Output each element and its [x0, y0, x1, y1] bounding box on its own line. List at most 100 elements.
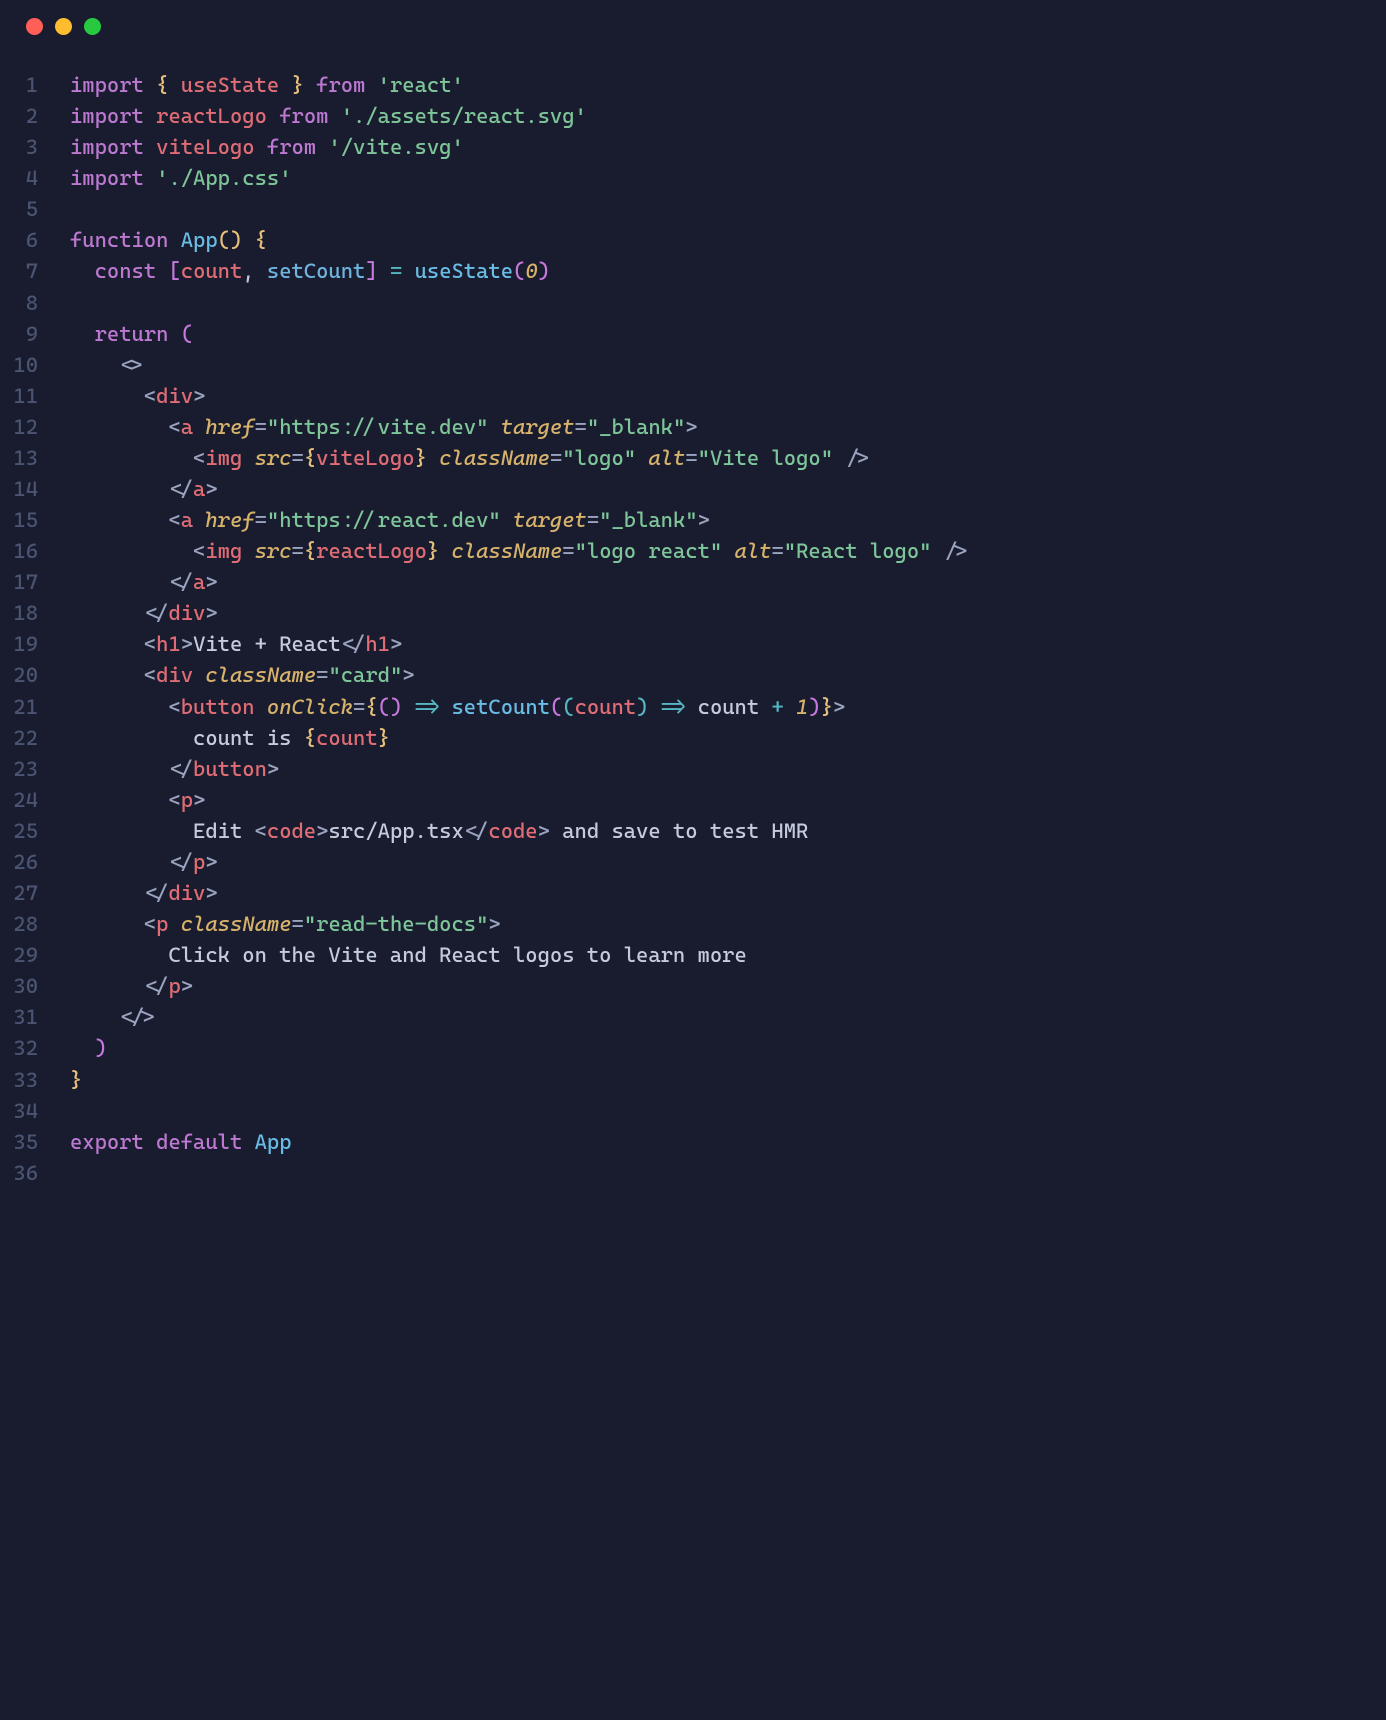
code-content[interactable]: </a>: [58, 567, 1386, 598]
code-line[interactable]: 2import reactLogo from './assets/react.s…: [0, 101, 1386, 132]
code-content[interactable]: import viteLogo from '/vite.svg': [58, 132, 1386, 163]
code-line[interactable]: 36: [0, 1158, 1386, 1189]
code-content[interactable]: export default App: [58, 1127, 1386, 1158]
code-line[interactable]: 32 ): [0, 1033, 1386, 1064]
token-num: 1: [796, 695, 808, 719]
token-tag: button: [193, 757, 267, 781]
code-content[interactable]: [58, 288, 1386, 319]
code-content[interactable]: Click on the Vite and React logos to lea…: [58, 940, 1386, 971]
code-line[interactable]: 21 <button onClick={() => setCount((coun…: [0, 692, 1386, 723]
code-content[interactable]: </div>: [58, 598, 1386, 629]
code-content[interactable]: <a href="https://vite.dev" target="_blan…: [58, 412, 1386, 443]
code-content[interactable]: <>: [58, 350, 1386, 381]
code-content[interactable]: count is {count}: [58, 723, 1386, 754]
code-content[interactable]: <a href="https://react.dev" target="_bla…: [58, 505, 1386, 536]
code-line[interactable]: 12 <a href="https://vite.dev" target="_b…: [0, 412, 1386, 443]
code-line[interactable]: 13 <img src={viteLogo} className="logo" …: [0, 443, 1386, 474]
token-attr: target: [501, 415, 575, 439]
token-attr: onClick: [267, 695, 353, 719]
token-attr: alt: [735, 539, 772, 563]
code-content[interactable]: </a>: [58, 474, 1386, 505]
code-content[interactable]: function App() {: [58, 225, 1386, 256]
token-str: "read-the-docs": [304, 912, 489, 936]
code-content[interactable]: import reactLogo from './assets/react.sv…: [58, 101, 1386, 132]
code-content[interactable]: </p>: [58, 971, 1386, 1002]
code-line[interactable]: 31 </>: [0, 1002, 1386, 1033]
code-line[interactable]: 15 <a href="https://react.dev" target="_…: [0, 505, 1386, 536]
code-line[interactable]: 11 <div>: [0, 381, 1386, 412]
code-content[interactable]: [58, 1158, 1386, 1189]
token-tagp: >: [538, 819, 550, 843]
code-content[interactable]: <h1>Vite + React</h1>: [58, 629, 1386, 660]
token-pn: [144, 166, 156, 190]
close-icon[interactable]: [26, 18, 43, 35]
code-line[interactable]: 4import './App.css': [0, 163, 1386, 194]
token-tag: p: [156, 912, 168, 936]
code-line[interactable]: 14 </a>: [0, 474, 1386, 505]
code-content[interactable]: <p className="read-the-docs">: [58, 909, 1386, 940]
code-content[interactable]: </div>: [58, 878, 1386, 909]
code-line[interactable]: 27 </div>: [0, 878, 1386, 909]
line-number: 14: [0, 474, 58, 505]
code-line[interactable]: 18 </div>: [0, 598, 1386, 629]
line-number: 16: [0, 536, 58, 567]
token-tagp: >: [205, 881, 217, 905]
code-line[interactable]: 16 <img src={reactLogo} className="logo …: [0, 536, 1386, 567]
code-content[interactable]: import { useState } from 'react': [58, 70, 1386, 101]
code-content[interactable]: <img src={viteLogo} className="logo" alt…: [58, 443, 1386, 474]
code-line[interactable]: 5: [0, 194, 1386, 225]
code-content[interactable]: ): [58, 1033, 1386, 1064]
token-tag: div: [156, 663, 193, 687]
token-bri2: ): [538, 259, 550, 283]
code-line[interactable]: 35export default App: [0, 1127, 1386, 1158]
token-id: viteLogo: [156, 135, 254, 159]
token-tagp: >: [205, 601, 217, 625]
code-line[interactable]: 6function App() {: [0, 225, 1386, 256]
code-line[interactable]: 23 </button>: [0, 754, 1386, 785]
code-line[interactable]: 10 <>: [0, 350, 1386, 381]
code-line[interactable]: 20 <div className="card">: [0, 660, 1386, 691]
code-content[interactable]: </p>: [58, 847, 1386, 878]
code-line[interactable]: 9 return (: [0, 319, 1386, 350]
code-content[interactable]: <button onClick={() => setCount((count) …: [58, 692, 1386, 723]
code-content[interactable]: [58, 194, 1386, 225]
code-line[interactable]: 3import viteLogo from '/vite.svg': [0, 132, 1386, 163]
code-line[interactable]: 30 </p>: [0, 971, 1386, 1002]
token-tag: a: [193, 570, 205, 594]
maximize-icon[interactable]: [84, 18, 101, 35]
code-content[interactable]: <p>: [58, 785, 1386, 816]
code-line[interactable]: 17 </a>: [0, 567, 1386, 598]
token-tagp: >: [181, 974, 193, 998]
code-content[interactable]: import './App.css': [58, 163, 1386, 194]
code-content[interactable]: Edit <code>src/App.tsx</code> and save t…: [58, 816, 1386, 847]
code-line[interactable]: 28 <p className="read-the-docs">: [0, 909, 1386, 940]
code-line[interactable]: 22 count is {count}: [0, 723, 1386, 754]
code-line[interactable]: 24 <p>: [0, 785, 1386, 816]
code-content[interactable]: [58, 1096, 1386, 1127]
code-line[interactable]: 34: [0, 1096, 1386, 1127]
line-number: 24: [0, 785, 58, 816]
code-content[interactable]: </>: [58, 1002, 1386, 1033]
code-content[interactable]: <img src={reactLogo} className="logo rea…: [58, 536, 1386, 567]
token-pn: [402, 695, 414, 719]
token-op: =>: [661, 695, 686, 719]
code-content[interactable]: </button>: [58, 754, 1386, 785]
code-line[interactable]: 19 <h1>Vite + React</h1>: [0, 629, 1386, 660]
code-line[interactable]: 7 const [count, setCount] = useState(0): [0, 256, 1386, 287]
code-content[interactable]: return (: [58, 319, 1386, 350]
token-tagp: <: [168, 788, 180, 812]
code-line[interactable]: 26 </p>: [0, 847, 1386, 878]
token-tagp: >: [390, 632, 402, 656]
code-line[interactable]: 25 Edit <code>src/App.tsx</code> and sav…: [0, 816, 1386, 847]
code-line[interactable]: 1import { useState } from 'react': [0, 70, 1386, 101]
code-content[interactable]: <div className="card">: [58, 660, 1386, 691]
token-id: viteLogo: [316, 446, 414, 470]
code-editor[interactable]: 1import { useState } from 'react'2import…: [0, 52, 1386, 1229]
code-line[interactable]: 33}: [0, 1065, 1386, 1096]
code-content[interactable]: <div>: [58, 381, 1386, 412]
code-line[interactable]: 29 Click on the Vite and React logos to …: [0, 940, 1386, 971]
code-content[interactable]: const [count, setCount] = useState(0): [58, 256, 1386, 287]
code-content[interactable]: }: [58, 1065, 1386, 1096]
minimize-icon[interactable]: [55, 18, 72, 35]
code-line[interactable]: 8: [0, 288, 1386, 319]
